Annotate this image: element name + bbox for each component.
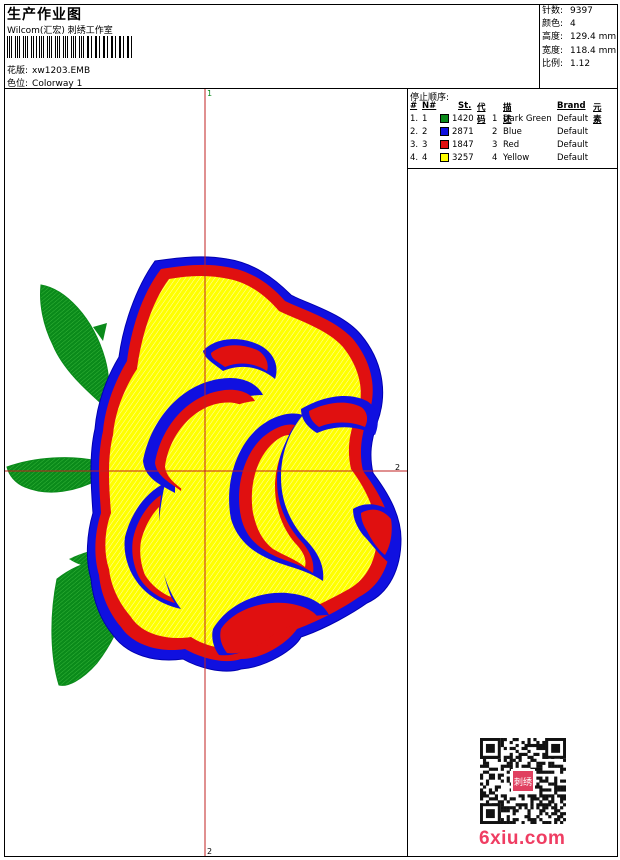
row-number: 1. <box>410 114 419 124</box>
color-description: Yellow <box>503 153 530 163</box>
design-file-line: 花版: xw1203.EMB <box>7 63 90 76</box>
qr-code: 刺绣 <box>480 738 566 824</box>
vertical-axis-bottom-label: 2 <box>207 847 213 856</box>
needle-number: 2 <box>422 127 428 137</box>
row-number: 4. <box>410 153 419 163</box>
thread-brand: Default <box>557 127 589 137</box>
color-description: Red <box>503 140 520 150</box>
stat-colors: 颜色: 4 <box>542 19 576 30</box>
color-description: Blue <box>503 127 522 137</box>
color-code: 1 <box>492 114 498 124</box>
stitch-count: 1420 <box>452 114 474 124</box>
stitch-count: 2871 <box>452 127 474 137</box>
barcode <box>7 36 135 58</box>
divider <box>407 88 408 857</box>
stat-height: 高度: 129.4 mm <box>542 32 617 43</box>
color-description: Dark Green <box>503 114 552 124</box>
color-swatch <box>440 140 449 149</box>
embroidery-design <box>5 89 407 856</box>
stitch-count: 1847 <box>452 140 474 150</box>
needle-number: 1 <box>422 114 428 124</box>
vertical-axis-top-label: 1 <box>207 89 213 98</box>
design-file-label: 花版: <box>7 66 29 76</box>
horizontal-axis-right-label: 2 <box>395 463 401 472</box>
color-code: 4 <box>492 153 498 163</box>
design-stats: 针数: 9397 颜色: 4 高度: 129.4 mm 宽度: 118.4 mm 比例:… <box>542 5 616 71</box>
color-swatch <box>440 114 449 123</box>
color-swatch <box>440 153 449 162</box>
needle-number: 3 <box>422 140 428 150</box>
stat-width: 宽度: 118.4 mm <box>542 45 617 56</box>
site-watermark: 6xiu.com <box>479 828 566 849</box>
stitch-count: 3257 <box>452 153 474 163</box>
color-code: 3 <box>492 140 498 150</box>
stat-scale: 比例: 1.12 <box>542 58 591 69</box>
seal-text: 刺绣 <box>514 776 532 788</box>
stat-stitches: 针数: 9397 <box>542 6 593 16</box>
row-number: 3. <box>410 140 419 150</box>
needle-number: 4 <box>422 153 428 163</box>
design-file-value: xw1203.EMB <box>32 66 91 76</box>
divider <box>539 4 540 88</box>
company-name: Wilcom(汇宏) 刺绣工作室 <box>7 26 113 36</box>
page-title: 生产作业图 <box>7 7 82 23</box>
color-swatch <box>440 127 449 136</box>
thread-brand: Default <box>557 153 589 163</box>
thread-brand: Default <box>557 140 589 150</box>
thread-brand: Default <box>557 114 589 124</box>
row-number: 2. <box>410 127 419 137</box>
divider <box>407 168 618 169</box>
color-code: 2 <box>492 127 498 137</box>
